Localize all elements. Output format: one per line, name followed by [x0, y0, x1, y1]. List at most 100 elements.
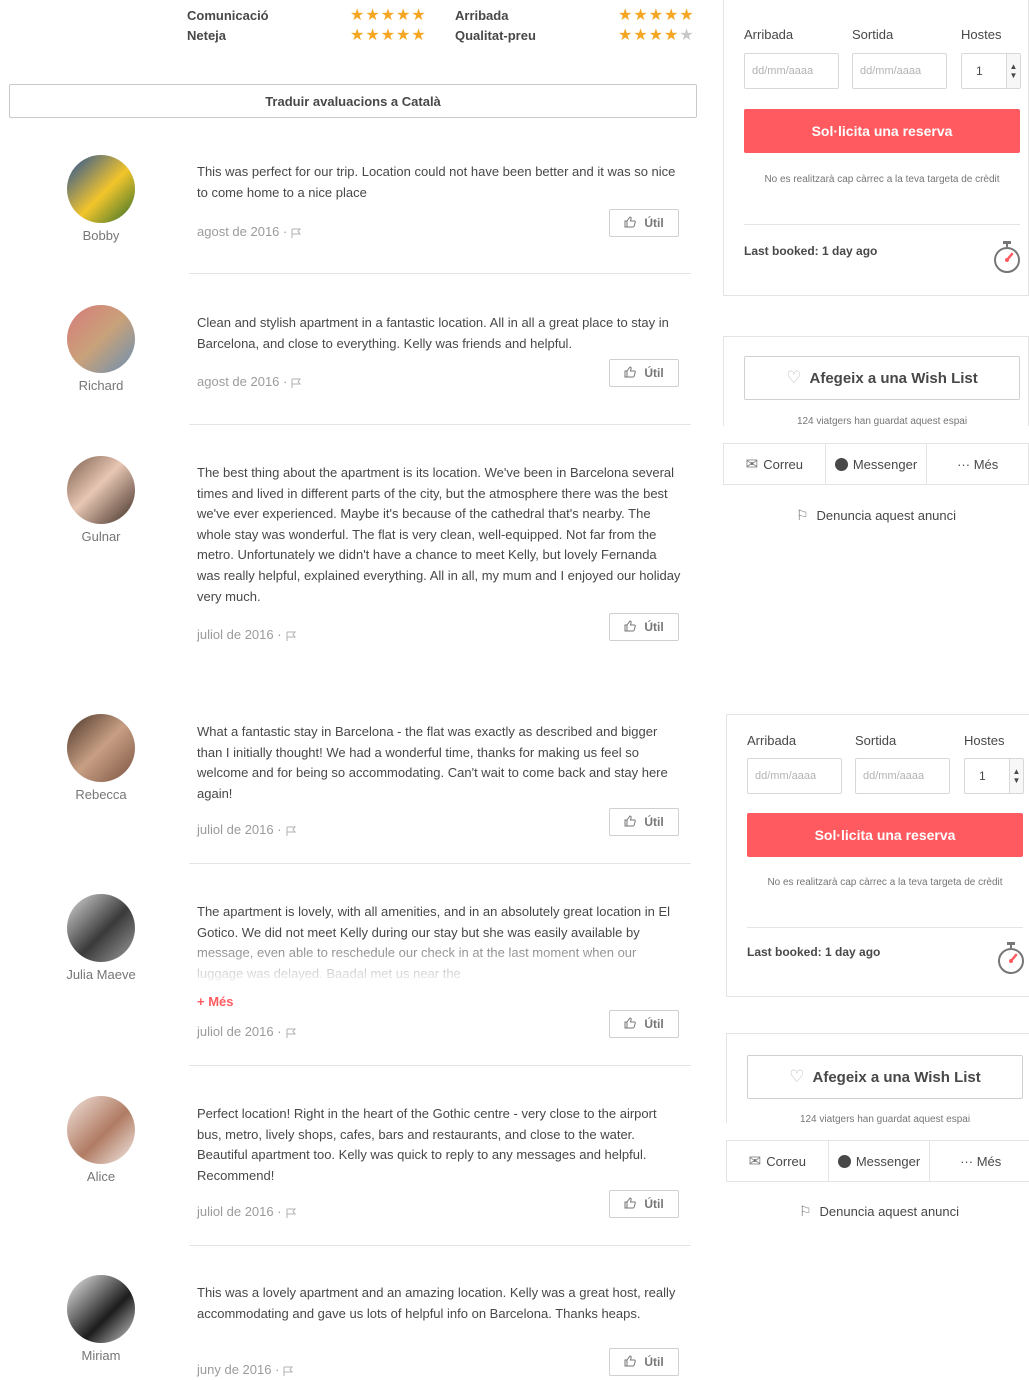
- useful-button[interactable]: Útil: [609, 1190, 679, 1218]
- flag-icon: ⚐: [798, 1203, 812, 1219]
- review-date: agost de 2016 ·: [197, 224, 302, 239]
- share-email-button[interactable]: ✉ Correu: [724, 444, 826, 484]
- review-date: juliol de 2016 ·: [197, 1204, 297, 1219]
- avatar[interactable]: [67, 305, 135, 373]
- flag-icon[interactable]: [291, 377, 302, 389]
- review-text: This was a lovely apartment and an amazi…: [197, 1285, 676, 1321]
- review-text: Perfect location! Right in the heart of …: [197, 1106, 657, 1183]
- reviewer-name[interactable]: Bobby: [50, 228, 152, 243]
- select-arrow-icon: ▲ ▼: [1006, 54, 1020, 88]
- no-charge-note: No es realitzarà cap càrrec a la teva ta…: [764, 174, 1000, 185]
- reviewer-name[interactable]: Richard: [50, 378, 152, 393]
- avatar[interactable]: [67, 1096, 135, 1164]
- report-listing-link[interactable]: ⚐ Denuncia aquest anunci: [723, 507, 1029, 524]
- rating-stars-cleanliness: ★★★★★: [350, 27, 427, 44]
- flag-icon[interactable]: [283, 1365, 294, 1377]
- request-booking-button[interactable]: Sol·licita una reserva: [744, 109, 1020, 153]
- booking-panel-sticky: Arribada Sortida Hostes dd/mm/aaaa dd/mm…: [726, 714, 1029, 997]
- useful-button[interactable]: Útil: [609, 209, 679, 237]
- review-separator: [189, 273, 691, 274]
- select-arrow-icon: ▲ ▼: [1009, 759, 1023, 793]
- reviewer-name[interactable]: Julia Maeve: [50, 967, 152, 982]
- stopwatch-icon: [998, 942, 1024, 974]
- flag-icon[interactable]: [286, 825, 297, 837]
- share-email-button[interactable]: ✉ Correu: [727, 1141, 829, 1181]
- flag-icon[interactable]: [286, 630, 297, 642]
- rating-label-value: Qualitat-preu: [455, 28, 536, 43]
- useful-button[interactable]: Útil: [609, 1348, 679, 1376]
- add-to-wishlist-button[interactable]: ♡ Afegeix a una Wish List: [744, 356, 1020, 400]
- read-more-link[interactable]: + Més: [197, 994, 234, 1009]
- share-messenger-button[interactable]: Messenger: [826, 444, 928, 484]
- avatar[interactable]: [67, 894, 135, 962]
- last-booked: Last booked: 1 day ago: [747, 945, 881, 959]
- useful-button[interactable]: Útil: [609, 359, 679, 387]
- useful-button[interactable]: Útil: [609, 1010, 679, 1038]
- review-separator: [189, 1065, 691, 1066]
- reviewer-name[interactable]: Alice: [50, 1169, 152, 1184]
- wishlist-panel-sticky: ♡ Afegeix a una Wish List 124 viatgers h…: [726, 1033, 1029, 1125]
- avatar[interactable]: [67, 155, 135, 223]
- flag-icon[interactable]: [291, 227, 302, 239]
- reviewer-name[interactable]: Rebecca: [50, 787, 152, 802]
- review-separator: [189, 863, 691, 864]
- reviewer-name[interactable]: Gulnar: [50, 529, 152, 544]
- translate-reviews-label: Traduir avaluacions a Català: [265, 93, 441, 109]
- rating-label-arrival: Arribada: [455, 8, 509, 23]
- review-separator: [189, 424, 691, 425]
- request-booking-button[interactable]: Sol·licita una reserva: [747, 813, 1023, 857]
- departure-date-input[interactable]: dd/mm/aaaa: [855, 758, 950, 794]
- share-more-button[interactable]: ··· Més: [927, 444, 1028, 484]
- arrival-label: Arribada: [744, 27, 794, 42]
- flag-icon[interactable]: [286, 1027, 297, 1039]
- thumbs-up-icon: [624, 814, 637, 830]
- reviewer-name[interactable]: Miriam: [50, 1348, 152, 1363]
- divider: [747, 927, 1023, 928]
- avatar[interactable]: [67, 714, 135, 782]
- arrival-label: Arribada: [747, 733, 797, 748]
- thumbs-up-icon: [624, 365, 637, 381]
- rating-stars-communication: ★★★★★: [350, 7, 427, 24]
- thumbs-up-icon: [624, 619, 637, 635]
- last-booked: Last booked: 1 day ago: [744, 244, 878, 258]
- departure-date-input[interactable]: dd/mm/aaaa: [852, 53, 947, 89]
- thumbs-up-icon: [624, 1016, 637, 1032]
- share-row: ✉ Correu Messenger ··· Més: [726, 1140, 1029, 1182]
- guests-label: Hostes: [961, 27, 1002, 42]
- review-text: The best thing about the apartment is it…: [197, 465, 681, 604]
- useful-button[interactable]: Útil: [609, 808, 679, 836]
- share-row: ✉ Correu Messenger ··· Més: [723, 443, 1029, 485]
- arrival-date-input[interactable]: dd/mm/aaaa: [747, 758, 842, 794]
- avatar[interactable]: [67, 456, 135, 524]
- share-more-button[interactable]: ··· Més: [930, 1141, 1029, 1181]
- review-date: juliol de 2016 ·: [197, 1024, 297, 1039]
- guests-label: Hostes: [964, 733, 1005, 748]
- useful-button[interactable]: Útil: [609, 613, 679, 641]
- rating-label-cleanliness: Neteja: [187, 28, 227, 43]
- messenger-icon: [837, 1154, 851, 1168]
- flag-icon[interactable]: [286, 1207, 297, 1219]
- rating-stars-arrival: ★★★★★: [618, 7, 695, 24]
- share-messenger-button[interactable]: Messenger: [829, 1141, 931, 1181]
- text-fade: [197, 946, 682, 986]
- envelope-icon: ✉: [745, 456, 759, 473]
- saved-count: 124 viatgers han guardat aquest espai: [799, 1114, 971, 1125]
- review-text: Clean and stylish apartment in a fantast…: [197, 315, 669, 351]
- review-separator: [189, 1245, 691, 1246]
- add-to-wishlist-button[interactable]: ♡ Afegeix a una Wish List: [747, 1055, 1023, 1099]
- departure-label: Sortida: [852, 27, 894, 42]
- rating-stars-value: ★★★★★: [618, 27, 695, 44]
- avatar[interactable]: [67, 1275, 135, 1343]
- thumbs-up-icon: [624, 1196, 637, 1212]
- guests-select[interactable]: 1 ▲ ▼: [964, 758, 1024, 794]
- guests-select[interactable]: 1 ▲ ▼: [961, 53, 1021, 89]
- stopwatch-icon: [994, 241, 1020, 273]
- report-listing-link[interactable]: ⚐ Denuncia aquest anunci: [726, 1203, 1029, 1220]
- heart-icon: ♡: [789, 1067, 805, 1086]
- rating-label-communication: Comunicació: [187, 8, 269, 23]
- translate-reviews-button[interactable]: Traduir avaluacions a Català: [9, 84, 697, 118]
- review-text: This was perfect for our trip. Location …: [197, 164, 676, 200]
- thumbs-up-icon: [624, 1354, 637, 1370]
- arrival-date-input[interactable]: dd/mm/aaaa: [744, 53, 839, 89]
- envelope-icon: ✉: [748, 1153, 762, 1170]
